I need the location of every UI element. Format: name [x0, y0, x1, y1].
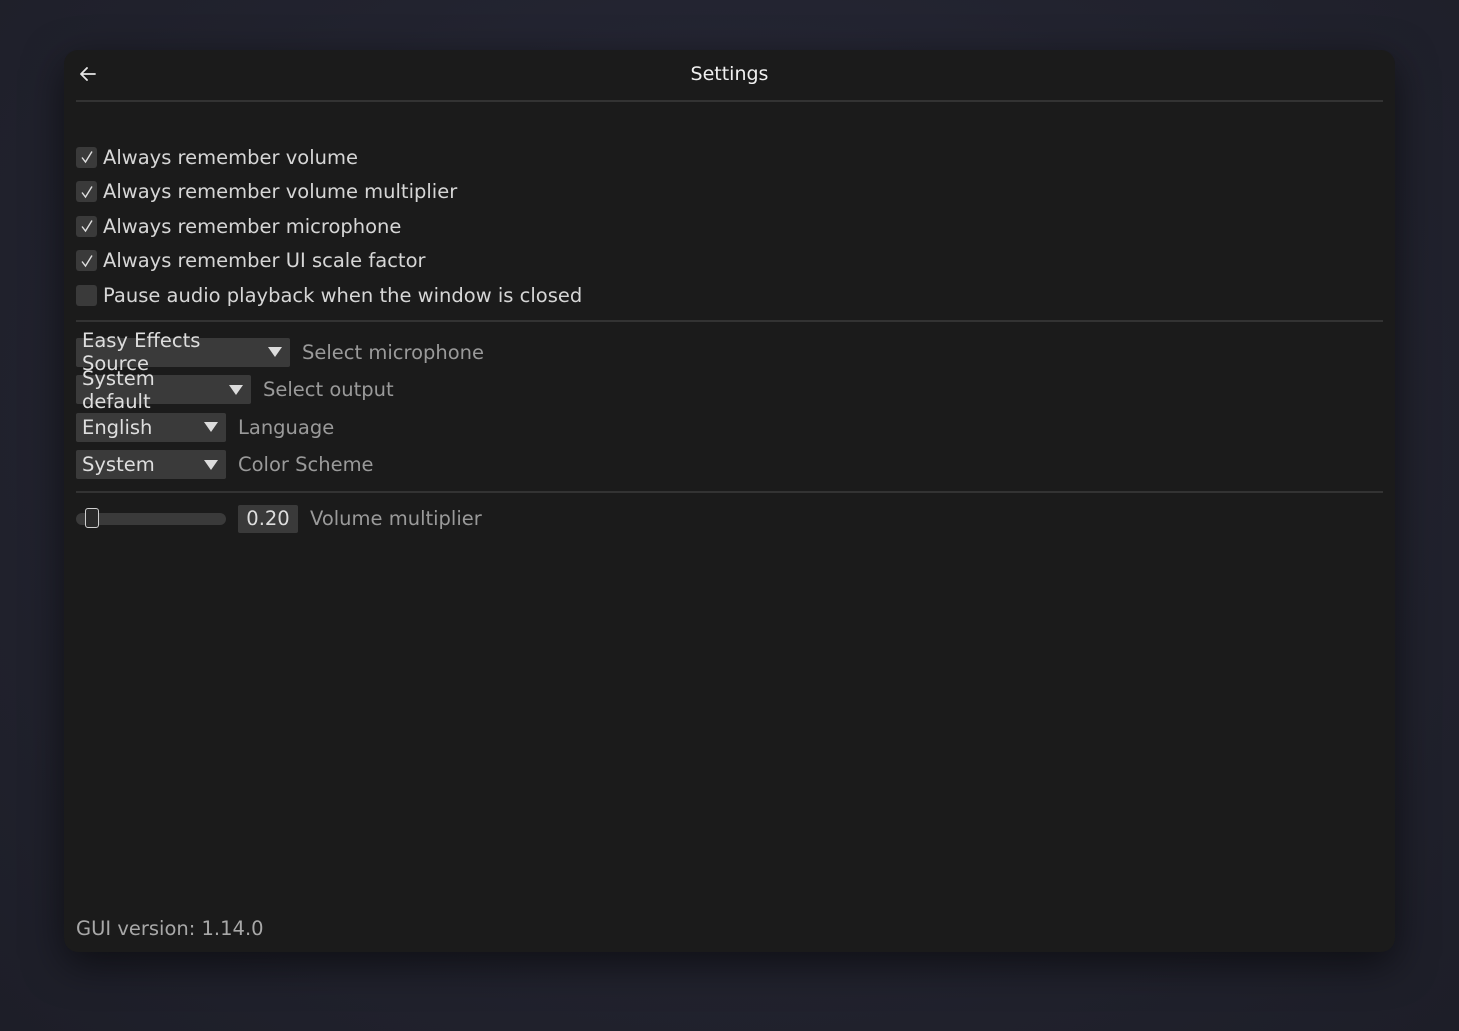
checkbox-row-remember-microphone[interactable]: Always remember microphone — [76, 209, 1383, 244]
remember-options: Always remember volume Always remember v… — [76, 140, 1383, 313]
checkbox-label: Always remember microphone — [103, 214, 402, 238]
microphone-dropdown[interactable]: Easy Effects Source — [76, 329, 290, 375]
language-row: English Language — [76, 409, 1383, 447]
checkbox-remember-microphone[interactable] — [76, 215, 97, 237]
volume-multiplier-label: Volume multiplier — [310, 507, 482, 530]
device-options: Easy Effects Source Select microphone Sy… — [76, 329, 1383, 484]
triangle-down-icon — [204, 459, 218, 470]
checkbox-row-pause-playback[interactable]: Pause audio playback when the window is … — [76, 278, 1383, 313]
output-row: System default Select output — [76, 367, 1383, 413]
dropdown-value: System — [82, 453, 155, 477]
volume-multiplier-slider[interactable] — [76, 507, 226, 528]
checkmark-icon — [80, 220, 93, 233]
checkmark-icon — [80, 254, 93, 267]
divider — [76, 490, 1383, 493]
checkbox-label: Pause audio playback when the window is … — [103, 283, 583, 307]
checkbox-label: Always remember volume — [103, 145, 358, 169]
title-bar: Settings — [76, 50, 1383, 102]
settings-content: Always remember volume Always remember v… — [76, 140, 1383, 539]
dropdown-value: English — [82, 415, 153, 439]
output-dropdown[interactable]: System default — [76, 367, 251, 413]
checkbox-remember-ui-scale[interactable] — [76, 250, 97, 272]
color-scheme-label: Color Scheme — [238, 453, 374, 477]
checkmark-icon — [80, 185, 93, 198]
triangle-down-icon — [268, 347, 282, 358]
language-label: Language — [238, 415, 335, 439]
checkbox-pause-playback[interactable] — [76, 284, 97, 306]
divider — [76, 319, 1383, 322]
color-scheme-dropdown[interactable]: System — [76, 450, 226, 480]
volume-multiplier-value[interactable]: 0.20 — [238, 504, 298, 533]
volume-multiplier-row: 0.20 Volume multiplier — [76, 499, 1383, 539]
triangle-down-icon — [204, 422, 218, 433]
gui-version: GUI version: 1.14.0 — [76, 917, 264, 940]
checkbox-row-remember-volume-multiplier[interactable]: Always remember volume multiplier — [76, 175, 1383, 210]
checkmark-icon — [80, 151, 93, 164]
checkbox-remember-volume[interactable] — [76, 146, 97, 168]
checkbox-row-remember-ui-scale[interactable]: Always remember UI scale factor — [76, 244, 1383, 279]
triangle-down-icon — [229, 384, 243, 395]
output-label: Select output — [263, 378, 394, 402]
checkbox-label: Always remember volume multiplier — [103, 180, 458, 204]
slider-handle[interactable] — [84, 507, 99, 528]
language-dropdown[interactable]: English — [76, 412, 226, 442]
checkbox-row-remember-volume[interactable]: Always remember volume — [76, 140, 1383, 175]
settings-window: Settings Always remember volume Always r… — [64, 50, 1395, 952]
window-title: Settings — [690, 63, 769, 85]
checkbox-remember-volume-multiplier[interactable] — [76, 181, 97, 203]
microphone-label: Select microphone — [302, 340, 485, 364]
microphone-row: Easy Effects Source Select microphone — [76, 329, 1383, 375]
dropdown-value: System default — [82, 366, 155, 413]
checkbox-label: Always remember UI scale factor — [103, 249, 426, 273]
color-scheme-row: System Color Scheme — [76, 446, 1383, 484]
